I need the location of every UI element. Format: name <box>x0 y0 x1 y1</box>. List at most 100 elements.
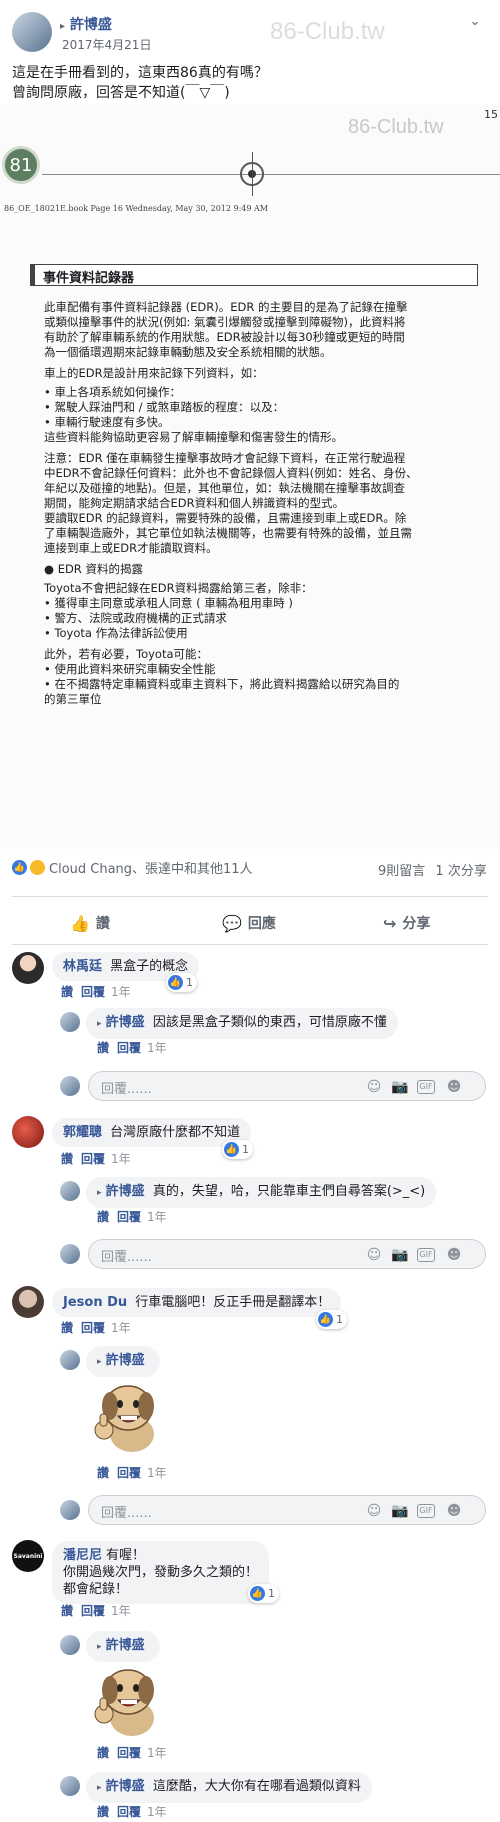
commenter-name[interactable]: 郭耀聰 <box>63 1125 102 1140</box>
comment-text: 台灣原廠什麼都不知道 <box>110 1125 241 1140</box>
reply-like-link[interactable]: 讚 <box>97 1805 109 1819</box>
my-avatar <box>60 1076 80 1096</box>
comment-like-link[interactable]: 讚 <box>61 1152 73 1166</box>
reply-author-name[interactable]: 許博盛 <box>106 1638 145 1653</box>
reply-author-avatar[interactable] <box>60 1635 80 1655</box>
comment-time[interactable]: 1年 <box>111 1604 131 1618</box>
doc-text-line: 期間，能夠定期請求結合EDR資料和個人辨識資料的型式。 <box>44 496 345 510</box>
camera-icon[interactable]: 📷 <box>391 1246 409 1264</box>
post-options-chevron-icon[interactable]: ⌄ <box>466 14 484 32</box>
reply-author-name[interactable]: 許博盛 <box>106 1779 145 1794</box>
emoji-icon[interactable]: ☺ <box>365 1502 383 1520</box>
doc-top-rule <box>42 174 500 175</box>
gif-icon[interactable]: GIF <box>417 1080 435 1094</box>
reply-like-link[interactable]: 讚 <box>97 1466 109 1480</box>
post-date[interactable]: 2017年4月21日 <box>62 36 151 53</box>
comment-like-link[interactable]: 讚 <box>61 985 73 999</box>
reactions-names[interactable]: Cloud Chang、張達中和其他11人 <box>49 858 253 877</box>
post-text-line2: 曾詢問原廠，回答是不知道(￣▽￣) <box>12 85 230 101</box>
reply-input[interactable]: 回覆...... ☺ 📷 GIF ☻ <box>88 1495 486 1525</box>
like-reaction-icon: 👍 <box>250 1586 265 1601</box>
reply-reply-link[interactable]: 回覆 <box>117 1466 141 1480</box>
my-avatar <box>60 1244 80 1264</box>
reply-reply-link[interactable]: 回覆 <box>117 1746 141 1760</box>
comment-reaction-count[interactable]: 👍 1 <box>316 1310 347 1329</box>
post-author-expand-icon[interactable]: ▸ <box>60 21 65 32</box>
comment-like-link[interactable]: 讚 <box>61 1321 73 1335</box>
post-author-avatar[interactable] <box>12 12 52 52</box>
doc-text-line: 年紀以及碰撞的地點)。但是，其他單位，如：執法機關在撞擊事故調查 <box>44 481 405 495</box>
sticker-icon[interactable]: ☻ <box>445 1246 463 1264</box>
reply-time[interactable]: 1年 <box>147 1210 167 1224</box>
reply-input[interactable]: 回覆...... ☺ 📷 GIF ☻ <box>88 1071 486 1101</box>
gif-icon[interactable]: GIF <box>417 1248 435 1262</box>
comment-reply-link[interactable]: 回覆 <box>81 1321 105 1335</box>
reply-like-link[interactable]: 讚 <box>97 1746 109 1760</box>
comment-bubble: 郭耀聰 台灣原廠什麼都不知道 <box>52 1118 252 1147</box>
comment-time[interactable]: 1年 <box>111 985 131 999</box>
reply-author-avatar[interactable] <box>60 1776 80 1796</box>
like-count: 1 <box>268 1587 275 1600</box>
comment-time[interactable]: 1年 <box>111 1152 131 1166</box>
comment-reply-link[interactable]: 回覆 <box>81 1604 105 1618</box>
reply-input-placeholder: 回覆...... <box>101 1250 152 1265</box>
emoji-icon[interactable]: ☺ <box>365 1246 383 1264</box>
reply-input[interactable]: 回覆...... ☺ 📷 GIF ☻ <box>88 1239 486 1269</box>
post-photo[interactable]: 86-Club.tw 15 81 86_OE_18021E.book Page … <box>0 104 500 849</box>
commenter-name[interactable]: Jeson Du <box>63 1295 127 1310</box>
gif-icon[interactable]: GIF <box>417 1504 435 1518</box>
reply-reply-link[interactable]: 回覆 <box>117 1210 141 1224</box>
reply-author-name[interactable]: 許博盛 <box>106 1015 145 1030</box>
reply-author-avatar[interactable] <box>60 1350 80 1370</box>
post-text-line1: 這是在手冊看到的，這東西86真的有嗎？ <box>12 65 268 81</box>
reply-time[interactable]: 1年 <box>147 1041 167 1055</box>
sticker-icon[interactable]: ☻ <box>445 1502 463 1520</box>
comment-reply-link[interactable]: 回覆 <box>81 985 105 999</box>
like-count: 1 <box>186 976 193 989</box>
reactions-summary[interactable]: 👍 Cloud Chang、張達中和其他11人 <box>12 858 253 877</box>
commenter-avatar[interactable]: Savanini <box>12 1540 44 1572</box>
doc-text-line: • 駕駛人踩油門和 / 或煞車踏板的程度：以及： <box>44 400 285 414</box>
commenter-avatar[interactable] <box>12 952 44 984</box>
comment-like-link[interactable]: 讚 <box>61 1604 73 1618</box>
doc-text-line: • Toyota 作為法律訴訟使用 <box>44 626 188 640</box>
comment-reply-link[interactable]: 回覆 <box>81 1152 105 1166</box>
comment-text-line3: 都會紀錄！ <box>63 1582 129 1597</box>
reply-author-avatar[interactable] <box>60 1181 80 1201</box>
reply-reply-link[interactable]: 回覆 <box>117 1041 141 1055</box>
reply-text: 因該是黑盒子類似的東西，可惜原廠不懂 <box>152 1015 387 1030</box>
post-author-name[interactable]: 許博盛 <box>70 17 112 33</box>
reply-time[interactable]: 1年 <box>147 1466 167 1480</box>
dog-thumbs-up-sticker[interactable] <box>88 1660 168 1740</box>
like-button[interactable]: 👍 讚 <box>70 903 110 943</box>
like-reaction-icon: 👍 <box>12 860 27 875</box>
comment-reaction-count[interactable]: 👍 1 <box>222 1140 253 1159</box>
reply-reply-link[interactable]: 回覆 <box>117 1805 141 1819</box>
shares-count[interactable]: 1 次分享 <box>435 864 486 879</box>
commenter-name[interactable]: 林禹廷 <box>63 959 102 974</box>
comment-button[interactable]: 💬 回應 <box>222 903 276 943</box>
doc-text-line: • 車輛行駛速度有多快。 <box>44 415 170 429</box>
commenter-avatar[interactable] <box>12 1116 44 1148</box>
reply-time[interactable]: 1年 <box>147 1746 167 1760</box>
reply-author-name[interactable]: 許博盛 <box>106 1184 145 1199</box>
reply-like-link[interactable]: 讚 <box>97 1041 109 1055</box>
reply-time[interactable]: 1年 <box>147 1805 167 1819</box>
reply-author-avatar[interactable] <box>60 1012 80 1032</box>
comment-time[interactable]: 1年 <box>111 1321 131 1335</box>
commenter-name[interactable]: 潘尼尼 <box>63 1548 102 1563</box>
emoji-icon[interactable]: ☺ <box>365 1078 383 1096</box>
camera-icon[interactable]: 📷 <box>391 1502 409 1520</box>
comment-reaction-count[interactable]: 👍 1 <box>248 1584 279 1603</box>
dog-thumbs-up-sticker[interactable] <box>88 1376 168 1456</box>
reply-author-name[interactable]: 許博盛 <box>106 1353 145 1368</box>
camera-icon[interactable]: 📷 <box>391 1078 409 1096</box>
doc-circle-badge: 81 <box>2 146 40 184</box>
commenter-avatar[interactable] <box>12 1286 44 1318</box>
comment-reaction-count[interactable]: 👍 1 <box>166 973 197 992</box>
comments-count[interactable]: 9則留言 <box>378 864 425 879</box>
share-button[interactable]: ↪ 分享 <box>383 903 430 943</box>
reply-like-link[interactable]: 讚 <box>97 1210 109 1224</box>
share-button-label: 分享 <box>402 916 431 932</box>
sticker-icon[interactable]: ☻ <box>445 1078 463 1096</box>
